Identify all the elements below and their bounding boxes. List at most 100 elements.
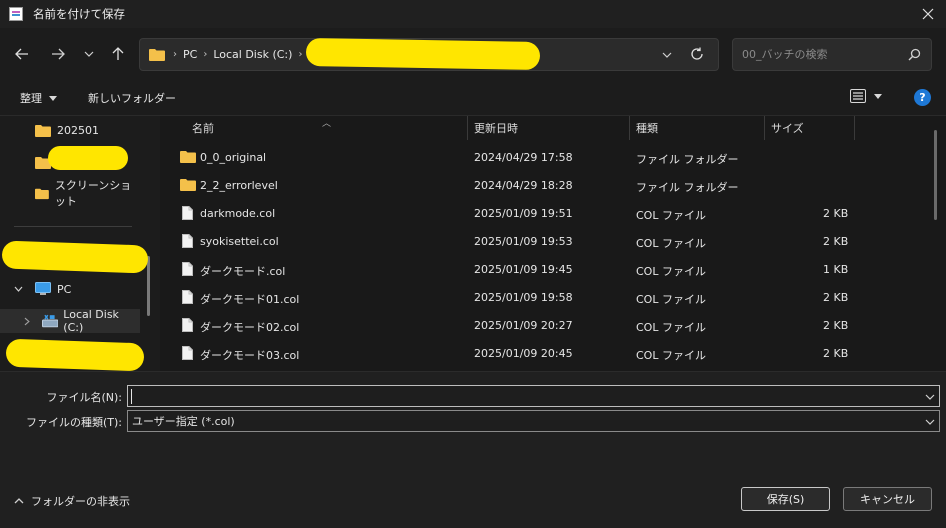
redaction-mark bbox=[48, 146, 128, 170]
file-type: COL ファイル bbox=[636, 265, 706, 278]
file-type: COL ファイル bbox=[636, 237, 706, 250]
file-name: 2_2_errorlevel bbox=[200, 179, 278, 192]
app-icon bbox=[9, 7, 23, 21]
cancel-button[interactable]: キャンセル bbox=[843, 487, 932, 511]
filename-label: ファイル名(N): bbox=[46, 391, 122, 404]
hide-folders-button[interactable]: フォルダーの非表示 bbox=[14, 493, 130, 509]
filetype-select[interactable]: ユーザー指定 (*.col) bbox=[127, 410, 940, 432]
file-icon bbox=[182, 206, 193, 223]
folder-icon bbox=[35, 188, 49, 199]
nav-item-202501[interactable]: 202501 bbox=[0, 118, 140, 142]
nav-item-pc[interactable]: PC bbox=[0, 277, 140, 301]
file-size: 2 KB bbox=[823, 319, 849, 332]
column-header-date[interactable]: 更新日時 bbox=[474, 116, 518, 140]
hide-folders-label: フォルダーの非表示 bbox=[31, 495, 130, 508]
save-button[interactable]: 保存(S) bbox=[741, 487, 830, 511]
column-divider[interactable] bbox=[467, 116, 468, 140]
command-bar: 整理 新しいフォルダー ? bbox=[0, 80, 946, 116]
file-icon bbox=[182, 318, 193, 335]
back-button[interactable] bbox=[12, 44, 32, 64]
file-date: 2025/01/09 19:58 bbox=[474, 291, 573, 304]
column-header-label: 名前 bbox=[192, 122, 214, 135]
file-row[interactable]: ダークモード01.col 2025/01/09 19:58 COL ファイル 2… bbox=[160, 284, 946, 312]
organize-button[interactable]: 整理 bbox=[20, 90, 57, 106]
column-header-label: サイズ bbox=[771, 122, 804, 135]
address-dropdown-button[interactable] bbox=[662, 48, 672, 61]
drive-icon bbox=[41, 314, 59, 328]
redaction-mark bbox=[5, 338, 145, 372]
file-name: 0_0_original bbox=[200, 151, 267, 164]
file-type: ファイル フォルダー bbox=[636, 153, 739, 166]
filename-input[interactable] bbox=[127, 385, 940, 407]
breadcrumb-pc[interactable]: PC bbox=[183, 48, 197, 61]
up-button[interactable] bbox=[108, 44, 128, 64]
column-header-name[interactable]: 名前 bbox=[192, 116, 214, 140]
file-name: ダークモード03.col bbox=[200, 349, 300, 362]
arrow-left-icon bbox=[15, 48, 28, 60]
chevron-down-icon[interactable] bbox=[925, 394, 935, 400]
refresh-button[interactable] bbox=[690, 47, 704, 64]
file-row[interactable]: darkmode.col 2025/01/09 19:51 COL ファイル 2… bbox=[160, 200, 946, 228]
save-panel: ファイル名(N): ファイルの種類(T): ユーザー指定 (*.col) フォル… bbox=[0, 371, 946, 528]
chevron-down-icon bbox=[925, 419, 935, 425]
column-header-label: 種類 bbox=[636, 122, 658, 135]
column-header-label: 更新日時 bbox=[474, 122, 518, 135]
nav-scrollbar[interactable] bbox=[147, 256, 150, 316]
new-folder-label: 新しいフォルダー bbox=[88, 92, 176, 105]
column-divider[interactable] bbox=[629, 116, 630, 140]
folder-icon bbox=[149, 49, 165, 61]
file-size: 1 KB bbox=[823, 263, 849, 276]
file-row[interactable]: ダークモード.col 2025/01/09 19:45 COL ファイル 1 K… bbox=[160, 256, 946, 284]
sort-ascending-icon: ︿ bbox=[322, 119, 332, 129]
column-header-type[interactable]: 種類 bbox=[636, 116, 658, 140]
help-button[interactable]: ? bbox=[914, 89, 931, 106]
recent-locations-button[interactable] bbox=[79, 44, 99, 64]
column-divider[interactable] bbox=[854, 116, 855, 140]
nav-item-label: スクリーンショット bbox=[54, 179, 132, 208]
file-row[interactable]: 0_0_original 2024/04/29 17:58 ファイル フォルダー bbox=[160, 144, 946, 172]
folder-icon bbox=[180, 178, 196, 194]
chevron-down-icon bbox=[84, 51, 94, 57]
forward-button[interactable] bbox=[48, 44, 68, 64]
column-header-size[interactable]: サイズ bbox=[771, 116, 804, 140]
new-folder-button[interactable]: 新しいフォルダー bbox=[88, 90, 176, 106]
file-row[interactable]: syokisettei.col 2025/01/09 19:53 COL ファイ… bbox=[160, 228, 946, 256]
file-icon bbox=[182, 346, 193, 363]
search-box[interactable] bbox=[732, 38, 932, 71]
view-options-button[interactable] bbox=[850, 89, 882, 103]
file-icon bbox=[182, 262, 193, 279]
close-button[interactable] bbox=[918, 4, 938, 24]
computer-icon bbox=[35, 282, 51, 295]
file-type: ファイル フォルダー bbox=[636, 181, 739, 194]
file-size: 2 KB bbox=[823, 291, 849, 304]
file-row[interactable]: ダークモード03.col 2025/01/09 20:45 COL ファイル 2… bbox=[160, 340, 946, 368]
nav-item-label: PC bbox=[57, 282, 72, 296]
nav-item-local-disk[interactable]: Local Disk (C:) bbox=[0, 308, 140, 334]
folder-icon bbox=[35, 124, 51, 137]
file-name: ダークモード.col bbox=[200, 265, 286, 278]
refresh-icon bbox=[691, 47, 703, 60]
breadcrumb-local-disk[interactable]: Local Disk (C:) bbox=[213, 48, 292, 61]
file-row[interactable]: 2_2_errorlevel 2024/04/29 18:28 ファイル フォル… bbox=[160, 172, 946, 200]
file-icon bbox=[182, 234, 193, 251]
caret-down-icon bbox=[874, 93, 882, 99]
list-view-icon bbox=[850, 89, 866, 103]
file-size: 2 KB bbox=[823, 235, 849, 248]
file-name: syokisettei.col bbox=[200, 235, 279, 248]
file-row[interactable]: ダークモード02.col 2025/01/09 20:27 COL ファイル 2… bbox=[160, 312, 946, 340]
search-input[interactable] bbox=[742, 48, 892, 61]
column-divider[interactable] bbox=[764, 116, 765, 140]
nav-item-screenshots[interactable]: スクリーンショット bbox=[0, 179, 140, 208]
file-date: 2025/01/09 20:27 bbox=[474, 319, 573, 332]
search-icon bbox=[908, 48, 921, 61]
title-bar: 名前を付けて保存 bbox=[0, 0, 946, 28]
help-icon: ? bbox=[919, 91, 926, 104]
file-date: 2024/04/29 18:28 bbox=[474, 179, 573, 192]
chevron-right-icon[interactable] bbox=[24, 317, 30, 326]
file-icon bbox=[182, 290, 193, 307]
chevron-down-icon[interactable] bbox=[14, 286, 23, 292]
file-date: 2025/01/09 19:51 bbox=[474, 207, 573, 220]
file-list-scrollbar[interactable] bbox=[934, 130, 937, 220]
file-size: 2 KB bbox=[823, 207, 849, 220]
chevron-up-icon bbox=[14, 498, 24, 504]
